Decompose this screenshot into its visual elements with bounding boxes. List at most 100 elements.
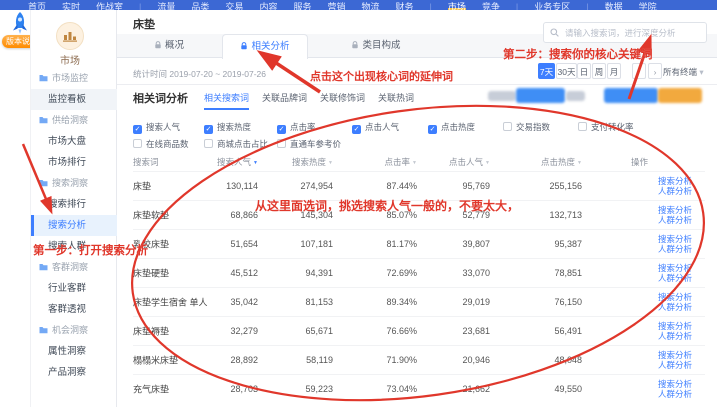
nav-item-7[interactable]: 内容 [259,0,277,10]
nav-item-16[interactable]: 业务专区 [534,0,570,10]
date-range-week[interactable]: 周 [592,63,606,79]
rocket-icon[interactable] [8,11,32,37]
table-header-cell[interactable]: 点击热度▼ [541,156,582,168]
sidebar-item[interactable]: 属性洞察 [31,341,118,362]
nav-item-9[interactable]: 营销 [327,0,345,10]
crowd-analysis-link[interactable]: 人群分析 [658,389,692,399]
metric-checkbox[interactable]: ✓点击率 [277,121,316,134]
checkbox-unchecked-icon[interactable] [204,139,213,148]
subtab-brand-words[interactable]: 关联品牌词 [262,91,307,110]
checkbox-checked-icon[interactable]: ✓ [428,125,437,134]
table-header-cell[interactable]: 搜索词 [133,156,159,168]
nav-item-13[interactable]: 市场 [448,0,466,10]
sidebar-group-3[interactable]: 客群洞察 [31,257,118,278]
checkbox-unchecked-icon[interactable] [578,122,587,131]
sort-icon[interactable]: ▼ [253,160,258,166]
nav-item-14[interactable]: 竞争 [482,0,500,10]
checkbox-checked-icon[interactable]: ✓ [352,125,361,134]
crowd-analysis-link[interactable]: 人群分析 [658,360,692,370]
sort-icon[interactable]: ▼ [485,160,490,166]
checkbox-checked-icon[interactable]: ✓ [204,125,213,134]
sort-icon[interactable]: ▼ [328,160,333,166]
sidebar-item[interactable]: 监控看板 [31,89,118,110]
sidebar-group-2[interactable]: 搜索洞察 [31,173,118,194]
crowd-analysis-link[interactable]: 人群分析 [658,302,692,312]
search-analysis-link[interactable]: 搜索分析 [658,350,692,360]
sidebar-group-0[interactable]: 市场监控 [31,68,118,89]
subtab-related-search-words[interactable]: 相关搜索词 [204,91,249,110]
crowd-analysis-link[interactable]: 人群分析 [658,244,692,254]
sidebar-item[interactable]: 客群透视 [31,299,118,320]
checkbox-unchecked-icon[interactable] [503,122,512,131]
metric-checkbox[interactable]: ✓点击人气 [352,121,399,134]
nav-item-5[interactable]: 品类 [191,0,209,10]
sidebar-group-4[interactable]: 机会洞察 [31,320,118,341]
market-module-icon[interactable] [56,22,84,50]
tab-related-analysis[interactable]: 相关分析 [222,34,308,59]
nav-item-0[interactable]: 首页 [28,0,46,10]
search-input[interactable] [563,27,700,39]
nav-item-6[interactable]: 交易 [225,0,243,10]
crowd-analysis-link[interactable]: 人群分析 [658,186,692,196]
sidebar-item[interactable]: 产品洞察 [31,362,118,383]
crowd-analysis-link[interactable]: 人群分析 [658,273,692,283]
metric-checkbox[interactable]: ✓搜索人气 [133,121,180,134]
checkbox-checked-icon[interactable]: ✓ [133,125,142,134]
nav-item-19[interactable]: 学院 [639,0,657,10]
subtab-hot-words[interactable]: 关联热词 [378,91,414,110]
tab-overview[interactable]: 概况 [140,34,198,58]
metric-checkbox[interactable]: 交易指数 [503,121,550,133]
checkbox-unchecked-icon[interactable] [277,139,286,148]
checkbox-unchecked-icon[interactable] [133,139,142,148]
metric-checkbox[interactable]: ✓搜索热度 [204,121,251,134]
nav-item-10[interactable]: 物流 [361,0,379,10]
nav-item-1[interactable]: 实时 [62,0,80,10]
search-analysis-link[interactable]: 搜索分析 [658,176,692,186]
sidebar-item[interactable]: 市场大盘 [31,131,118,152]
terminal-filter-dropdown[interactable]: 所有终端 ▾ [663,66,704,78]
date-range-month[interactable]: 月 [607,63,621,79]
redacted-button-2[interactable] [516,88,565,103]
metric-checkbox[interactable]: 商城点击占比 [204,138,268,150]
metric-checkbox[interactable]: 在线商品数 [133,138,189,150]
table-header-cell[interactable]: 点击人气▼ [449,156,490,168]
redacted-button-4[interactable] [604,88,658,103]
sidebar-item[interactable]: 搜索排行 [31,194,118,215]
nav-item-8[interactable]: 服务 [293,0,311,10]
crowd-analysis-link[interactable]: 人群分析 [658,215,692,225]
table-header-cell[interactable]: 搜索热度▼ [292,156,333,168]
metric-checkbox[interactable]: 支付转化率 [578,121,634,133]
search-analysis-link[interactable]: 搜索分析 [658,234,692,244]
checkbox-checked-icon[interactable]: ✓ [277,125,286,134]
metric-checkbox[interactable]: ✓点击热度 [428,121,475,134]
search-analysis-link[interactable]: 搜索分析 [658,321,692,331]
date-range-7d[interactable]: 7天 [538,63,555,79]
date-prev-button[interactable] [632,63,646,79]
sidebar-item[interactable]: 市场排行 [31,152,118,173]
tab-category-composition[interactable]: 类目构成 [338,34,414,58]
nav-item-11[interactable]: 财务 [396,0,414,10]
date-range-day[interactable]: 日 [577,63,591,79]
sidebar-group-1[interactable]: 供给洞察 [31,110,118,131]
nav-item-2[interactable]: 作战室 [96,0,123,10]
sidebar-item[interactable]: 行业客群 [31,278,118,299]
table-header-cell[interactable]: 点击率▼ [385,156,417,168]
date-next-button[interactable]: › [648,63,662,79]
sort-icon[interactable]: ▼ [412,160,417,166]
search-analysis-link[interactable]: 搜索分析 [658,379,692,389]
nav-item-4[interactable]: 流量 [157,0,175,10]
redacted-button-5[interactable] [658,88,702,103]
search-analysis-link[interactable]: 搜索分析 [658,205,692,215]
search-analysis-link[interactable]: 搜索分析 [658,292,692,302]
date-range-30d[interactable]: 30天 [556,63,577,79]
metric-checkbox[interactable]: 直通车参考价 [277,138,341,150]
redacted-button-3[interactable] [566,91,585,101]
sidebar-item[interactable]: 搜索分析 [31,215,118,236]
subtab-modifier-words[interactable]: 关联修饰词 [320,91,365,110]
sort-icon[interactable]: ▼ [577,160,582,166]
table-header-cell[interactable]: 搜索人气▼ [217,156,258,168]
redacted-button-1[interactable] [488,91,516,101]
crowd-analysis-link[interactable]: 人群分析 [658,331,692,341]
search-analysis-link[interactable]: 搜索分析 [658,263,692,273]
nav-item-18[interactable]: 数据 [605,0,623,10]
